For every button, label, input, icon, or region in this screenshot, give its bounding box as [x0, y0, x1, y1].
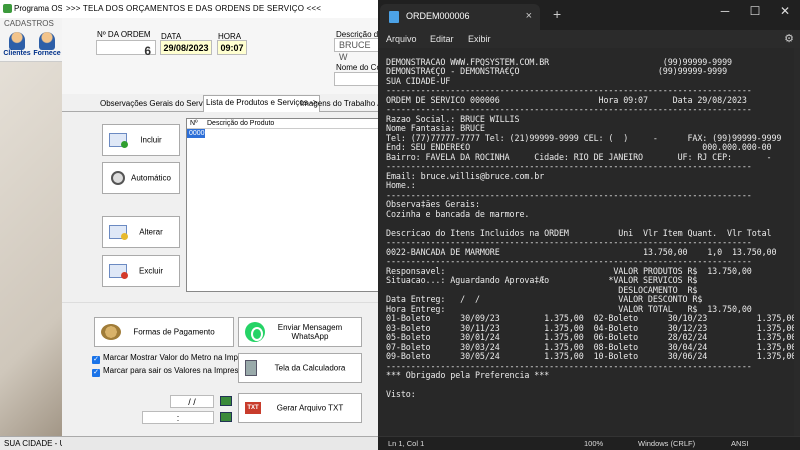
ordem-label: Nº DA ORDEM — [97, 30, 151, 39]
automatico-button[interactable]: Automático — [102, 162, 180, 194]
checkbox-checked-icon[interactable]: ✓ — [92, 369, 100, 377]
clientes-icon — [9, 32, 25, 50]
clock-icon[interactable] — [220, 412, 232, 422]
grid-header: Nº Descrição do Produto — [187, 119, 381, 129]
incluir-button[interactable]: Incluir — [102, 124, 180, 156]
notepad-titlebar: ORDEM000006 × + ─ ☐ ✕ — [378, 0, 800, 30]
ordem-number: 6 — [144, 44, 151, 58]
dialog-header-panel: Nº DA ORDEM 6 DATA 29/08/2023 HORA 09:07… — [62, 18, 381, 94]
notepad-text-area[interactable]: DEMONSTRACAO WWW.FPQSYSTEM.COM.BR (99)99… — [378, 48, 800, 436]
date-value: 29/08/2023 — [163, 43, 209, 53]
formas-pagamento-label: Formas de Pagamento — [133, 327, 215, 337]
maximize-icon[interactable]: ☐ — [740, 0, 770, 24]
gerar-txt-label: Gerar Arquivo TXT — [276, 403, 344, 413]
gerar-txt-button[interactable]: TXT Gerar Arquivo TXT — [238, 393, 362, 423]
ordem-number-field[interactable]: 6 — [96, 40, 156, 58]
table-row[interactable]: 0000 — [187, 129, 205, 138]
fornecedores-icon — [39, 32, 55, 50]
fornecedores-button[interactable]: Fornece — [32, 32, 62, 62]
checkbox-checked-icon[interactable]: ✓ — [92, 356, 100, 364]
background-app-window: Programa OS CADASTROS Clientes Fornece S… — [0, 0, 62, 450]
excluir-label: Excluir — [138, 266, 163, 276]
actions-panel: Formas de Pagamento Enviar Mensagem What… — [62, 302, 381, 436]
whatsapp-label: Enviar Mensagem WhatsApp — [277, 323, 343, 341]
notepad-line: Visto: — [386, 389, 416, 399]
formas-pagamento-button[interactable]: Formas de Pagamento — [94, 317, 234, 347]
clientes-label: Clientes — [3, 50, 31, 57]
notepad-line — [386, 381, 800, 391]
minimize-icon[interactable]: ─ — [710, 0, 740, 24]
tab-imagens[interactable]: Imagens do Trabalho / Ser — [298, 97, 381, 112]
time-entrega-field[interactable]: : — [142, 411, 214, 424]
products-grid[interactable]: Nº Descrição do Produto 0000 — [186, 118, 381, 292]
status-eol: Windows (CRLF) — [638, 439, 696, 448]
status-encoding: ANSI — [731, 439, 749, 448]
notepad-status-bar: Ln 1, Col 1 100% Windows (CRLF) ANSI — [378, 436, 800, 450]
grid-col-description: Descrição do Produto — [207, 120, 275, 127]
menu-exibir[interactable]: Exibir — [468, 30, 491, 48]
background-app-menu[interactable]: CADASTROS — [0, 18, 62, 30]
date-entrega-value: / / — [188, 397, 196, 407]
menu-editar[interactable]: Editar — [430, 30, 454, 48]
descricao-field[interactable]: BRUCE W — [334, 38, 381, 62]
background-app-status: SUA CIDADE - UF — [0, 436, 62, 450]
notepad-window: ORDEM000006 × + ─ ☐ ✕ Arquivo Editar Exi… — [378, 0, 800, 450]
alterar-button[interactable]: Alterar — [102, 216, 180, 248]
time-entrega-value: : — [176, 413, 180, 423]
notepad-tab[interactable]: ORDEM000006 × — [380, 4, 540, 30]
incluir-label: Incluir — [140, 135, 162, 145]
check-mostrar-metro[interactable]: ✓ Marcar Mostrar Valor do Metro na Impres… — [92, 353, 262, 364]
time-field[interactable]: 09:07 — [217, 40, 247, 55]
tab-close-icon[interactable]: × — [526, 4, 532, 28]
app-logo-icon — [3, 4, 12, 13]
calculadora-label: Tela da Calculadora — [274, 363, 346, 373]
menu-cadastros[interactable]: CADASTROS — [4, 19, 54, 28]
descricao-value: BRUCE W — [339, 40, 371, 62]
alterar-label: Alterar — [139, 227, 163, 237]
dialog-title: >>> TELA DOS ORÇAMENTOS E DAS ORDENS DE … — [62, 0, 381, 18]
vertical-scrollbar[interactable] — [794, 48, 800, 436]
notepad-line: Email: bruce.willis@bruce.com.br — [386, 170, 545, 181]
dialog-status-bar — [62, 436, 381, 450]
excluir-button[interactable]: Excluir — [102, 255, 180, 287]
grid-col-number: Nº — [190, 120, 198, 127]
notepad-menubar: Arquivo Editar Exibir ⚙ — [378, 30, 800, 48]
status-zoom: 100% — [584, 439, 604, 448]
calendar-icon[interactable] — [220, 396, 232, 406]
background-app-title: Programa OS — [14, 4, 62, 13]
menu-arquivo[interactable]: Arquivo — [386, 30, 417, 48]
status-position: Ln 1, Col 1 — [388, 439, 425, 448]
date-entrega-field[interactable]: / / — [170, 395, 214, 408]
check-sair-valores-label: Marcar para sair os Valores na Impressão — [103, 366, 252, 375]
grid-cell-number: 0000 — [189, 130, 205, 137]
new-tab-icon[interactable]: + — [553, 6, 561, 22]
gear-icon[interactable]: ⚙ — [784, 30, 794, 48]
time-value: 09:07 — [220, 43, 244, 53]
close-icon[interactable]: ✕ — [770, 0, 800, 24]
notepad-content: DEMONSTRACAO WWW.FPQSYSTEM.COM.BR (99)99… — [386, 48, 800, 400]
dialog-tabs: Observações Gerais do Serviço -> Lista d… — [62, 94, 381, 112]
notepad-tab-title: ORDEM000006 — [406, 11, 470, 21]
nome-contato-field[interactable] — [334, 72, 381, 86]
whatsapp-button[interactable]: Enviar Mensagem WhatsApp — [238, 317, 362, 347]
notepad-line: Cozinha e bancada de marmore. — [386, 208, 530, 219]
ordem-servico-dialog: >>> TELA DOS ORÇAMENTOS E DAS ORDENS DE … — [62, 0, 382, 450]
check-sair-valores[interactable]: ✓ Marcar para sair os Valores na Impressã… — [92, 366, 251, 377]
background-app-titlebar: Programa OS — [0, 0, 62, 18]
background-app-toolbar: Clientes Fornece — [0, 30, 62, 62]
document-icon — [389, 11, 399, 23]
fornecedores-label: Fornece — [33, 50, 61, 57]
calculadora-button[interactable]: Tela da Calculadora — [238, 353, 362, 383]
notepad-line: *** Obrigado pela Preferencia *** — [386, 370, 550, 380]
automatico-label: Automático — [130, 173, 172, 183]
nome-contato-label: Nome do Cont — [336, 63, 381, 72]
clientes-button[interactable]: Clientes — [2, 32, 32, 62]
date-field[interactable]: 29/08/2023 — [160, 40, 212, 55]
